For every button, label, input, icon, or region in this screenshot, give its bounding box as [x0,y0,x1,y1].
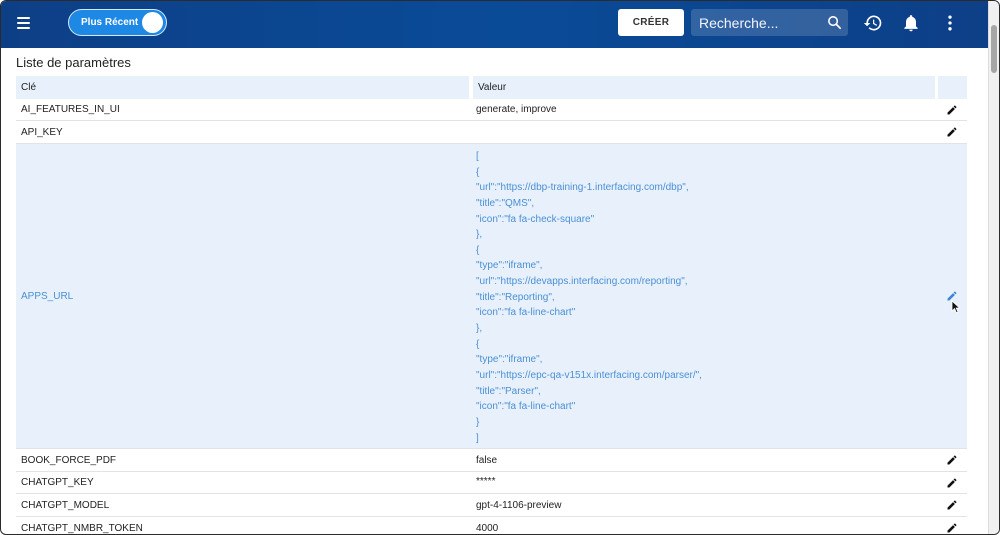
row-value: gpt-4-1106-preview [476,500,562,511]
row-value: generate, improve [476,104,557,115]
json-line: ] [476,432,479,444]
json-line: "title":"Parser", [476,385,541,397]
column-header-value: Valeur [473,76,935,99]
table-row[interactable]: CHATGPT_NMBR_TOKEN 4000 [16,517,967,534]
edit-icon[interactable] [946,499,958,511]
parameters-table: Clé Valeur AI_FEATURES_IN_UI generate, i… [16,76,967,534]
json-line: "icon":"fa fa-line-chart" [476,401,576,413]
edit-icon[interactable] [946,477,958,489]
search-input[interactable] [691,9,821,36]
column-header-key: Clé [16,76,469,99]
row-key: CHATGPT_NMBR_TOKEN [21,523,143,534]
json-line: "url":"https://devapps.interfacing.com/r… [476,276,688,288]
toggle-label: Plus Récent [81,17,139,28]
row-key: BOOK_FORCE_PDF [21,455,117,466]
edit-icon[interactable] [946,126,958,138]
edit-icon[interactable] [946,454,958,466]
json-line: "url":"https://epc-qa-v151x.interfacing.… [476,369,702,381]
table-row-selected[interactable]: APPS_URL [ { "url":"https://dbp-training… [16,144,967,449]
search-box [691,9,848,36]
table-row[interactable]: CHATGPT_MODEL gpt-4-1106-preview [16,494,967,517]
create-button[interactable]: CRÉER [618,9,684,36]
json-line: "type":"iframe", [476,354,543,366]
bell-icon[interactable] [901,13,921,33]
json-line: { [476,166,480,178]
json-line: "type":"iframe", [476,260,543,272]
more-vert-icon[interactable] [940,13,960,33]
column-header-actions [938,76,967,99]
table-row[interactable]: CHATGPT_KEY ***** [16,472,967,494]
table-row[interactable]: BOOK_FORCE_PDF false [16,449,967,472]
search-icon[interactable] [826,14,843,31]
toggle-knob [142,12,163,33]
table-row[interactable]: AI_FEATURES_IN_UI generate, improve [16,99,967,121]
edit-icon[interactable] [946,522,958,534]
json-line: }, [476,229,483,241]
table-header: Clé Valeur [16,76,967,99]
json-line: { [476,244,480,256]
scrollbar-thumb[interactable] [991,25,997,73]
json-line: "icon":"fa fa-check-square" [476,213,595,225]
row-value: 4000 [476,523,499,534]
json-line: }, [476,323,483,335]
edit-icon[interactable] [946,104,958,116]
history-icon[interactable] [863,13,883,33]
json-line: "icon":"fa fa-line-chart" [476,307,576,319]
json-line: "url":"https://dbp-training-1.interfacin… [476,182,689,194]
row-value: ***** [476,476,496,487]
row-key: AI_FEATURES_IN_UI [21,104,120,115]
row-key: APPS_URL [21,291,74,302]
json-line: "title":"QMS", [476,197,535,209]
json-line: [ [476,151,479,162]
row-key: CHATGPT_KEY [21,477,94,488]
row-value-json: [ { "url":"https://dbp-training-1.interf… [476,149,702,446]
json-line: } [476,416,480,428]
plus-recent-toggle[interactable]: Plus Récent [68,9,167,36]
table-row[interactable]: API_KEY [16,121,967,144]
json-line: { [476,338,480,350]
row-key: CHATGPT_MODEL [21,500,110,511]
top-bar: Plus Récent CRÉER [1,1,999,48]
hamburger-menu-icon[interactable] [11,13,35,35]
row-key: API_KEY [21,127,63,138]
app-window: Plus Récent CRÉER Liste de paramètres [0,0,1000,535]
page-title: Liste de paramètres [16,55,131,70]
json-line: "title":"Reporting", [476,291,555,303]
vertical-scrollbar[interactable] [988,1,999,534]
mouse-cursor-icon [951,300,961,314]
row-value: false [476,455,498,466]
